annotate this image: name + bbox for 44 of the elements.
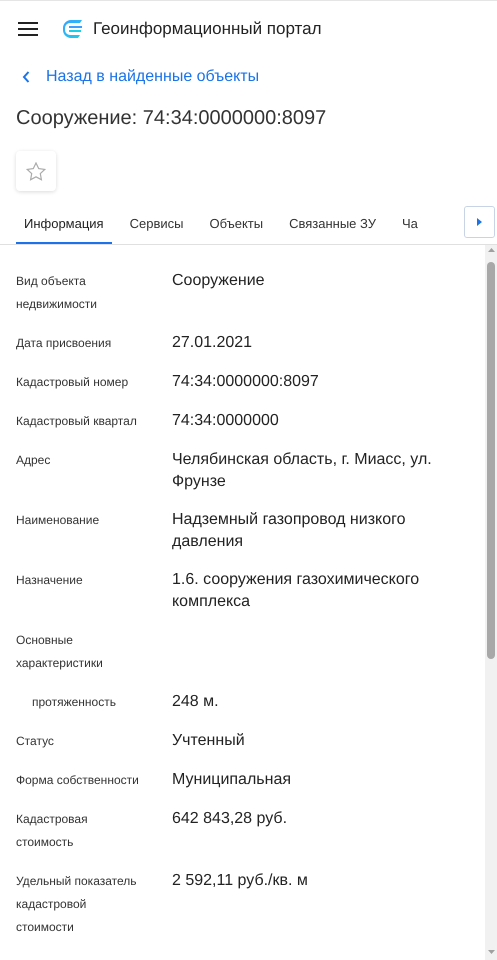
field-value: Учтенный: [172, 731, 246, 751]
field-label: Кадастровый номер: [16, 374, 130, 391]
field-value: 1.6. сооружения газохимического комплекса: [172, 570, 420, 612]
field-label: Назначение: [16, 572, 84, 589]
tab[interactable]: Сервисы: [122, 205, 192, 244]
field-value: 248 м.: [172, 692, 220, 712]
field-value: 74:34:0000000:8097: [172, 372, 320, 392]
tab[interactable]: Объекты: [201, 205, 272, 244]
scroll-up-icon[interactable]: [488, 248, 494, 252]
field-label: Наименование: [16, 512, 100, 529]
menu-icon[interactable]: [18, 22, 38, 36]
app-title: Геоинформационный портал: [93, 18, 322, 40]
field-label: Дата присвоения: [16, 335, 112, 352]
logo-icon: [62, 18, 83, 40]
page-heading: Сооружение: 74:34:0000000:8097: [16, 106, 328, 131]
tab[interactable]: Информация: [16, 205, 112, 244]
scroll-right-button[interactable]: [464, 206, 495, 238]
field-value: 642 843,28 руб.: [172, 809, 288, 829]
scrollbar-thumb[interactable]: [487, 262, 495, 659]
field-label: Вид объекта недвижимости: [16, 273, 98, 313]
back-link[interactable]: Назад в найденные объекты: [22, 65, 260, 89]
field-value: Челябинская область, г. Миасс, ул. Фрунзе: [172, 450, 433, 492]
field-label: Кадастровая стоимость: [16, 811, 89, 851]
tab[interactable]: Связанные ЗУ: [281, 205, 384, 244]
field-value: Муниципальная: [172, 770, 292, 790]
field-value: 27.01.2021: [172, 333, 254, 353]
star-icon: [26, 162, 46, 180]
field-value: Надземный газопровод низкого давления: [172, 510, 406, 552]
chevron-left-icon: [22, 71, 30, 83]
field-label: Основные характеристики: [16, 632, 104, 672]
field-label: Кадастровый квартал: [16, 413, 138, 430]
field-label: протяженность: [31, 694, 117, 711]
scrollbar[interactable]: [485, 245, 497, 960]
field-value: Сооружение: [172, 271, 266, 291]
field-label: Удельный показатель кадастровой стоимости: [16, 873, 138, 936]
field-label: Форма собственности: [16, 772, 140, 789]
favorite-button[interactable]: [16, 151, 56, 191]
field-label: Адрес: [16, 452, 52, 469]
scroll-down-icon[interactable]: [488, 950, 494, 954]
field-value: 2 592,11 руб./кв. м: [172, 871, 309, 891]
tab[interactable]: Ча: [394, 205, 426, 244]
field-label: Статус: [16, 733, 55, 750]
field-value: 74:34:0000000: [172, 411, 280, 431]
caret-right-icon: [477, 218, 482, 226]
